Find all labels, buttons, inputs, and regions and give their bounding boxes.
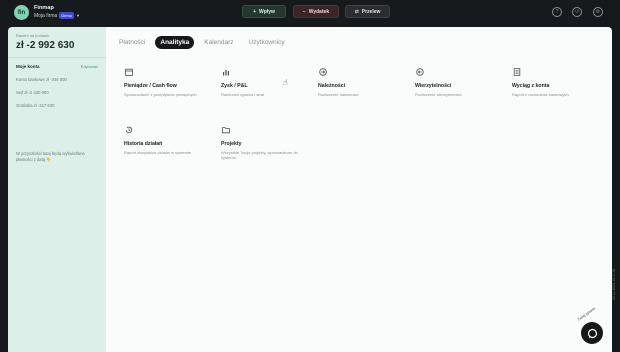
report-description: Raport wszystkich działań w systemie [124,150,191,155]
add-transfer-button[interactable]: ⇄ Przelew [345,5,390,18]
chat-icon [587,328,597,338]
company-name: Moja firma [34,12,58,19]
top-bar: fin Finmap Moja firma Demo ▼ + Wpływ − W… [0,0,620,24]
report-title: Wyciąg z konta [512,83,550,89]
pointer-cursor-icon: ☝ [283,78,288,87]
help-icon[interactable]: ? [552,7,562,17]
main-panel: Płatności Analityka Kalendarz Użytkownic… [106,27,612,352]
report-description: Rachunek zysków i strat [221,92,265,97]
tab-users[interactable]: Użytkownicy [244,36,290,49]
add-transfer-label: Przelew [361,8,381,15]
add-expense-label: Wydatek [308,8,330,15]
bar-chart-icon [221,67,230,76]
plus-icon: + [253,8,257,15]
settings-icon[interactable]: ⚙ [593,7,603,17]
report-title: Wierzytelności [415,83,452,89]
chevron-down-icon: ▼ [76,13,80,18]
account-item[interactable]: Gotówka zł -217 630 [16,103,54,108]
app-name: Finmap [34,5,54,11]
add-expense-button[interactable]: − Wydatek [293,5,339,18]
chat-button[interactable] [581,322,603,344]
report-description: Rozliczenie należności [318,92,359,97]
report-card-projects[interactable]: Projekty Wszystkie Twoje projekty, wprow… [213,115,309,175]
report-description: Rozliczenie wierzytelności [415,92,462,97]
balance-label: Razem na kontach [16,33,50,38]
report-title: Pieniądze / Cash flow [124,83,177,89]
history-icon[interactable]: ↺ [572,7,582,17]
accounts-title: Moje konta [16,64,40,69]
version-text: 22.11.2023 13:17:51 [612,268,616,300]
tab-payments[interactable]: Płatności [114,36,150,49]
calendar-icon [124,67,133,76]
report-card-history[interactable]: Historia działań Raport wszystkich dział… [116,115,212,175]
report-title: Historia działań [124,141,163,147]
document-icon [512,67,521,76]
folder-icon [221,125,230,134]
edit-accounts-link[interactable]: Edytować [81,64,98,69]
arrow-out-icon [415,67,424,76]
tab-bar: Płatności Analityka Kalendarz Użytkownic… [114,36,290,49]
report-description: Wszystkie Twoje projekty, wprowadzone do… [221,150,298,161]
report-card-receivables[interactable]: Należności Rozliczenie należności [310,57,406,117]
report-description: Sprawozdanie z przepływów pieniężnych [124,92,197,97]
add-income-button[interactable]: + Wpływ [242,5,286,18]
tab-analytics[interactable]: Analityka [155,36,195,49]
report-card-statement[interactable]: Wyciąg z konta Raport z rachunków bankow… [504,57,600,117]
app-logo[interactable]: fin [14,5,29,20]
report-card-pnl[interactable]: Zysk / P&L Rachunek zysków i strat [213,57,309,117]
sidebar-note: W przyszłości tutaj będą wyświetlane pła… [16,151,85,162]
balance-value: zł -2 992 630 [16,40,75,51]
tab-calendar[interactable]: Kalendarz [199,36,238,49]
report-title: Należności [318,83,346,89]
report-card-liabilities[interactable]: Wierzytelności Rozliczenie wierzytelnośc… [407,57,503,117]
sidebar: Razem na kontach zł -2 992 630 Moje kont… [8,27,106,352]
sidebar-divider [8,57,106,58]
arrow-in-icon [318,67,327,76]
account-item[interactable]: Sejf zł -2 430 000 [16,90,49,95]
demo-badge: Demo [59,12,75,19]
company-switcher[interactable]: Moja firma Demo ▼ [34,12,80,19]
report-card-cashflow[interactable]: Pieniądze / Cash flow Sprawozdanie z prz… [116,57,212,117]
add-income-label: Wpływ [259,8,275,15]
report-description: Raport z rachunków bankowych [512,92,569,97]
transfer-icon: ⇄ [354,8,359,15]
account-item[interactable]: Konto bankowe zł -345 000 [16,77,67,82]
report-title: Zysk / P&L [221,83,248,89]
report-title: Projekty [221,141,242,147]
minus-icon: − [302,8,306,15]
history-icon [124,125,133,134]
